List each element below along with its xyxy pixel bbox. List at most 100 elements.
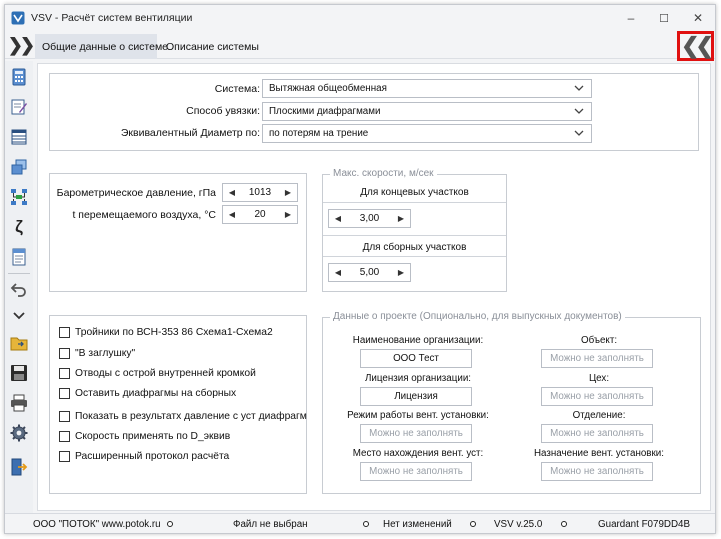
collapse-panel-button[interactable]: ❮❮ (677, 31, 714, 61)
system-label: Система: (214, 83, 260, 95)
end-sections-speed-spinner[interactable]: ◀ 3,00 ▶ (328, 209, 411, 228)
status-indicator-dot (561, 521, 567, 527)
organization-license-input[interactable]: Лицензия (360, 387, 472, 406)
collect-sections-label: Для сборных участков (362, 242, 467, 253)
chevron-down-icon[interactable] (9, 305, 29, 325)
status-indicator-dot (167, 521, 173, 527)
divider (323, 235, 506, 236)
increment-icon[interactable]: ▶ (392, 268, 410, 277)
checkbox-box[interactable] (59, 431, 70, 442)
organization-name-label: Наименование организации: (352, 335, 484, 346)
air-temperature-value[interactable]: 20 (241, 209, 279, 220)
status-changes: Нет изменений (383, 519, 452, 530)
printer-icon[interactable] (9, 393, 29, 413)
left-toolbar: ζ (5, 61, 33, 513)
increment-icon[interactable]: ▶ (279, 188, 297, 197)
table-icon[interactable] (9, 127, 29, 147)
app-window: VSV - Расчёт систем вентиляции – ☐ ✕ ❯❯ … (4, 4, 716, 534)
department-input[interactable]: Можно не заполнять (541, 424, 653, 443)
decrement-icon[interactable]: ◀ (223, 210, 241, 219)
tab-bar: ❯❯ Общие данные о системе Описание систе… (5, 31, 715, 61)
close-button[interactable]: ✕ (682, 5, 714, 31)
organization-license-label: Лицензия организации: (364, 373, 472, 384)
collect-sections-speed-spinner[interactable]: ◀ 5,00 ▶ (328, 263, 411, 282)
workshop-label: Цех: (588, 373, 610, 384)
max-speeds-panel: Макс. скорости, м/сек Для концевых участ… (322, 168, 507, 292)
increment-icon[interactable]: ▶ (392, 214, 410, 223)
undo-icon[interactable] (9, 279, 29, 299)
system-settings-panel: Система: Вытяжная общеобменная Способ ув… (49, 73, 699, 151)
operating-mode-label: Режим работы вент. установки: (347, 410, 489, 421)
pressure-label: Барометрическое давление, гПа (56, 187, 216, 199)
app-logo-icon (11, 11, 25, 25)
calculator-icon[interactable] (9, 67, 29, 87)
network-scheme-icon[interactable] (9, 187, 29, 207)
checkbox-box[interactable] (59, 411, 70, 422)
decrement-icon[interactable]: ◀ (329, 268, 347, 277)
status-guardant-key: Guardant F079DD4B (598, 519, 691, 530)
exit-icon[interactable] (9, 457, 29, 477)
option-label: Тройники по ВСН-353 86 Схема1-Схема2 (75, 327, 273, 338)
status-company: ООО "ПОТОК" www.potok.ru (33, 519, 161, 530)
status-file: Файл не выбран (233, 519, 308, 530)
object-input[interactable]: Можно не заполнять (541, 349, 653, 368)
option-sharp-edge-bends-checkbox[interactable]: Отводы с острой внутренней кромкой (59, 368, 256, 379)
system-type-select[interactable]: Вытяжная общеобменная (262, 79, 592, 98)
copy-windows-icon[interactable] (9, 157, 29, 177)
checkbox-box[interactable] (59, 388, 70, 399)
decrement-icon[interactable]: ◀ (223, 188, 241, 197)
general-data-form: Система: Вытяжная общеобменная Способ ув… (37, 63, 711, 511)
expand-sidebar-button[interactable]: ❯❯ (8, 34, 35, 56)
equivalent-diameter-select[interactable]: по потерям на трение (262, 124, 592, 143)
unit-location-input[interactable]: Можно не заполнять (360, 462, 472, 481)
tab-system-description[interactable]: Описание системы (159, 34, 266, 59)
decrement-icon[interactable]: ◀ (329, 214, 347, 223)
option-tees-vsn-checkbox[interactable]: Тройники по ВСН-353 86 Схема1-Схема2 (59, 327, 273, 338)
option-keep-diaphragms-checkbox[interactable]: Оставить диафрагмы на сборных (59, 388, 236, 399)
text-document-icon[interactable] (9, 247, 29, 267)
organization-name-input[interactable]: ООО Тест (360, 349, 472, 368)
unit-location-label: Место нахождения вент. уст: (352, 448, 484, 459)
save-disk-icon[interactable] (9, 363, 29, 383)
option-show-diaphragm-pressure-checkbox[interactable]: Показать в результатх давление с уст диа… (59, 411, 307, 422)
title-bar: VSV - Расчёт систем вентиляции – ☐ ✕ (5, 5, 715, 31)
unit-purpose-label: Назначение вент. установки: (533, 448, 664, 459)
calc-options-panel: Тройники по ВСН-353 86 Схема1-Схема2 "В … (49, 315, 307, 494)
operating-mode-input[interactable]: Можно не заполнять (360, 424, 472, 443)
checkbox-box[interactable] (59, 348, 70, 359)
department-label: Отделение: (572, 410, 626, 421)
end-sections-speed-value[interactable]: 3,00 (347, 213, 392, 224)
pressure-spinner[interactable]: ◀ 1013 ▶ (222, 183, 298, 202)
collect-sections-speed-value[interactable]: 5,00 (347, 267, 392, 278)
minimize-button[interactable]: – (615, 5, 647, 31)
settings-gear-icon[interactable] (9, 423, 29, 443)
link-method-value: Плоскими диафрагмами (269, 106, 381, 117)
increment-icon[interactable]: ▶ (279, 210, 297, 219)
workshop-input[interactable]: Можно не заполнять (541, 387, 653, 406)
window-title: VSV - Расчёт систем вентиляции (31, 12, 193, 24)
checkbox-box[interactable] (59, 451, 70, 462)
chevron-down-icon (574, 130, 584, 136)
project-data-panel: Данные о проекте (Опционально, для выпус… (322, 311, 701, 494)
divider (323, 202, 506, 203)
option-extended-protocol-checkbox[interactable]: Расширенный протокол расчёта (59, 451, 229, 462)
zeta-icon[interactable]: ζ (9, 217, 29, 237)
equivalent-diameter-value: по потерям на трение (269, 128, 369, 139)
status-indicator-dot (363, 521, 369, 527)
unit-purpose-input[interactable]: Можно не заполнять (541, 462, 653, 481)
object-label: Объект: (580, 335, 618, 346)
option-speed-by-dequiv-checkbox[interactable]: Скорость применять по D_эквив (59, 431, 230, 442)
checkbox-box[interactable] (59, 368, 70, 379)
edit-document-icon[interactable] (9, 97, 29, 117)
tab-general-data[interactable]: Общие данные о системе (35, 34, 168, 59)
link-method-select[interactable]: Плоскими диафрагмами (262, 102, 592, 121)
equivalent-diameter-label: Эквивалентный Диаметр по: (120, 127, 260, 139)
open-folder-icon[interactable] (9, 333, 29, 353)
maximize-button[interactable]: ☐ (648, 5, 680, 31)
air-temperature-spinner[interactable]: ◀ 20 ▶ (222, 205, 298, 224)
option-label: Скорость применять по D_эквив (75, 431, 231, 442)
option-plug-checkbox[interactable]: "В заглушку" (59, 348, 135, 359)
checkbox-box[interactable] (59, 327, 70, 338)
divider (323, 256, 506, 257)
pressure-value[interactable]: 1013 (241, 187, 279, 198)
